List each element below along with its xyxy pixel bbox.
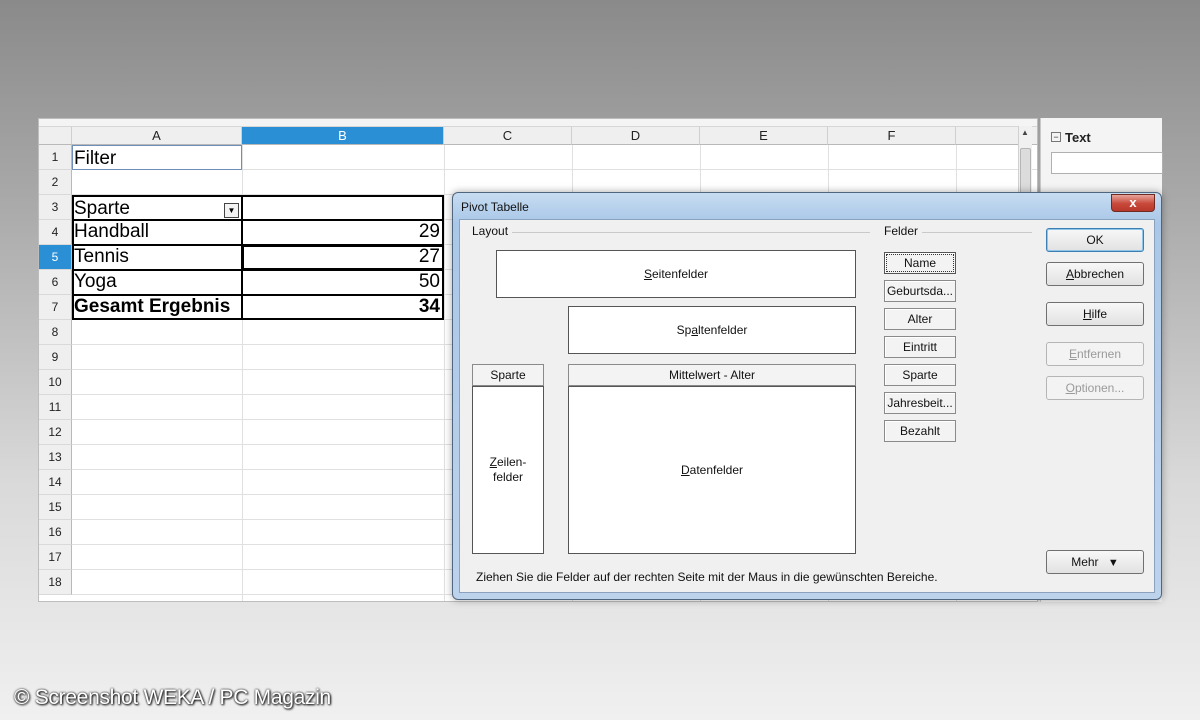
row-header[interactable]: 18 (39, 570, 72, 595)
row-header[interactable]: 2 (39, 170, 72, 195)
row-header[interactable]: 15 (39, 495, 72, 520)
cell-a5[interactable]: Tennis (74, 245, 129, 269)
row-fields-label-line2: felder (492, 470, 524, 484)
row-header[interactable]: 11 (39, 395, 72, 420)
field-geburtsdatum[interactable]: Geburtsda... (884, 280, 956, 302)
row-header[interactable]: 16 (39, 520, 72, 545)
chevron-down-icon[interactable]: ▼ (224, 203, 239, 218)
more-button[interactable]: Mehr ▼ (1046, 550, 1144, 574)
layout-group-label: Layout (472, 224, 513, 238)
close-icon: x (1129, 195, 1137, 210)
row-fields-label-line1: Zeilen- (489, 455, 527, 469)
pivot-table-dialog: Pivot Tabelle x Layout Seitenfelder Spal… (452, 192, 1162, 600)
field-alter[interactable]: Alter (884, 308, 956, 330)
field-jahresbeitrag[interactable]: Jahresbeit... (884, 392, 956, 414)
drag-hint-text: Ziehen Sie die Felder auf der rechten Se… (476, 570, 938, 584)
more-button-label: Mehr (1071, 555, 1099, 569)
column-fields-zone[interactable]: Spaltenfelder (568, 306, 856, 354)
column-header-b[interactable]: B (242, 127, 444, 145)
cell-b5[interactable]: 27 (244, 245, 440, 269)
copyright-watermark: © Screenshot WEKA / PC Magazin (14, 686, 331, 709)
column-fields-label: Spaltenfelder (676, 323, 748, 337)
cell-a4[interactable]: Handball (74, 220, 149, 244)
dialog-body: Layout Seitenfelder Spaltenfelder Sparte… (459, 219, 1155, 593)
row-header[interactable]: 13 (39, 445, 72, 470)
field-name[interactable]: Name (884, 252, 956, 274)
row-header[interactable]: 14 (39, 470, 72, 495)
row-header[interactable]: 1 (39, 145, 72, 170)
column-header-d[interactable]: D (572, 127, 700, 145)
side-panel-input[interactable] (1051, 152, 1163, 174)
field-eintritt[interactable]: Eintritt (884, 336, 956, 358)
data-field-mittelwert-alter[interactable]: Mittelwert - Alter (568, 364, 856, 386)
cell-a7[interactable]: Gesamt Ergebnis (74, 295, 230, 319)
ok-button[interactable]: OK (1046, 228, 1144, 252)
cancel-button[interactable]: Abbrechen (1046, 262, 1144, 286)
help-button[interactable]: Hilfe (1046, 302, 1144, 326)
data-fields-label: Datenfelder (680, 463, 744, 477)
data-fields-zone[interactable]: Datenfelder (568, 386, 856, 554)
select-all-corner[interactable] (39, 127, 72, 145)
scroll-up-icon[interactable]: ▲ (1018, 126, 1032, 140)
cell-a1[interactable]: Filter (74, 147, 116, 171)
cell-a6[interactable]: Yoga (74, 270, 117, 294)
double-chevron-down-icon: ▼ (1107, 557, 1119, 569)
row-header[interactable]: 12 (39, 420, 72, 445)
row-header[interactable]: 10 (39, 370, 72, 395)
row-header-selected[interactable]: 5 (39, 245, 72, 270)
column-header-f[interactable]: F (828, 127, 956, 145)
options-button[interactable]: Optionen... (1046, 376, 1144, 400)
row-header[interactable]: 9 (39, 345, 72, 370)
column-header-c[interactable]: C (444, 127, 572, 145)
layout-group-rule (472, 232, 870, 233)
column-header-a[interactable]: A (72, 127, 242, 145)
page-fields-zone[interactable]: Seitenfelder (496, 250, 856, 298)
page-fields-label: Seitenfelder (643, 267, 709, 281)
field-sparte[interactable]: Sparte (884, 364, 956, 386)
row-field-sparte[interactable]: Sparte (472, 364, 544, 386)
column-header-e[interactable]: E (700, 127, 828, 145)
row-header[interactable]: 4 (39, 220, 72, 245)
cell-b6[interactable]: 50 (244, 270, 440, 294)
sheet-top-rule (39, 119, 1037, 127)
field-bezahlt[interactable]: Bezahlt (884, 420, 956, 442)
scrollbar-thumb[interactable] (1020, 148, 1031, 198)
cell-b7[interactable]: 34 (244, 295, 440, 319)
dialog-title: Pivot Tabelle (461, 200, 529, 214)
minus-box-icon[interactable]: − (1051, 132, 1061, 142)
close-button[interactable]: x (1111, 194, 1155, 212)
row-header[interactable]: 8 (39, 320, 72, 345)
row-header[interactable]: 3 (39, 195, 72, 220)
remove-button[interactable]: Entfernen (1046, 342, 1144, 366)
row-header[interactable]: 17 (39, 545, 72, 570)
cell-a3[interactable]: Sparte (74, 197, 130, 221)
side-panel-title: Text (1065, 130, 1091, 145)
row-header[interactable]: 7 (39, 295, 72, 320)
cell-b4[interactable]: 29 (244, 220, 440, 244)
row-header[interactable]: 6 (39, 270, 72, 295)
grid-column-line (444, 145, 445, 601)
row-fields-zone[interactable]: Zeilen- felder (472, 386, 544, 554)
fields-group-label: Felder (884, 224, 923, 238)
